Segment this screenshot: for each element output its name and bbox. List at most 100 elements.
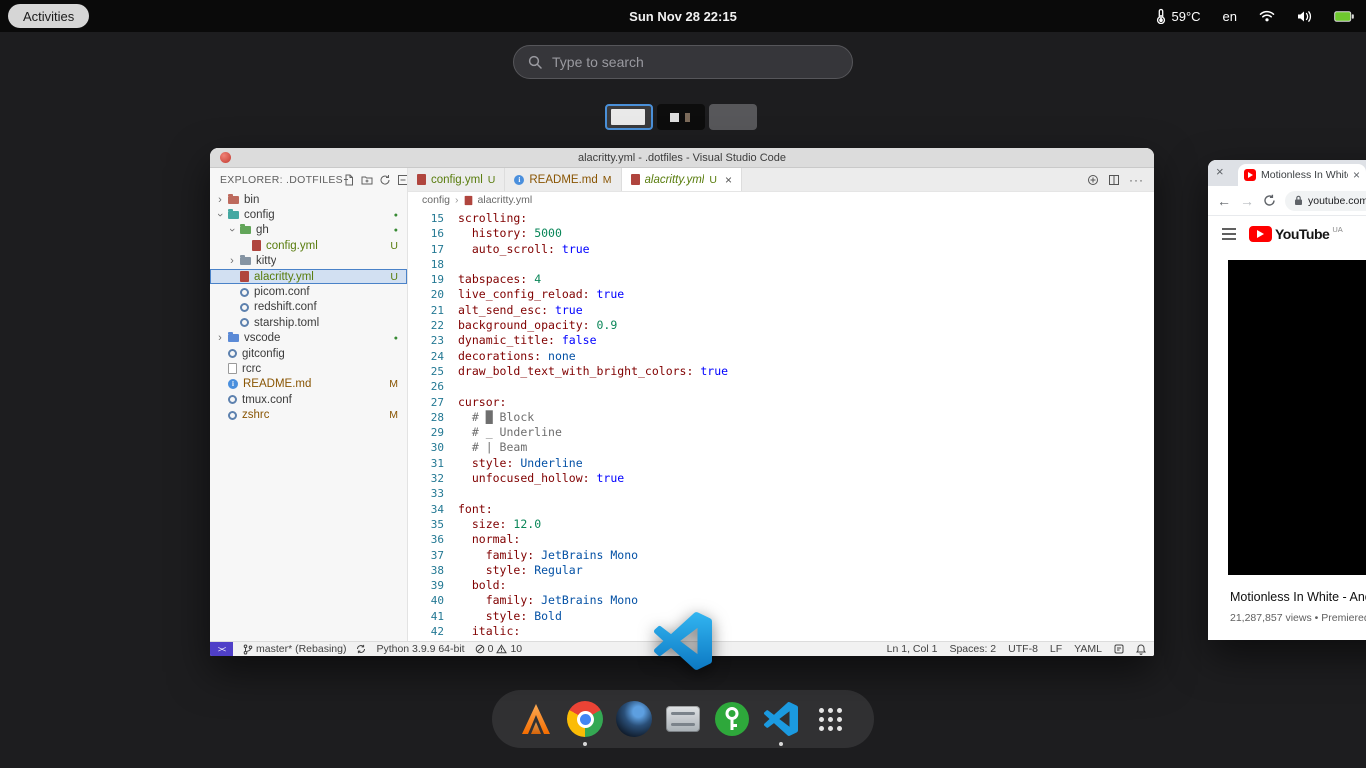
dock-eclipse-icon[interactable] xyxy=(614,699,654,739)
dock-app-grid-icon[interactable] xyxy=(810,699,850,739)
file-label: tmux.conf xyxy=(242,394,292,406)
new-folder-icon[interactable] xyxy=(361,174,373,186)
tree-item-gh[interactable]: ›gh● xyxy=(210,223,407,238)
open-changes-icon[interactable] xyxy=(1087,174,1099,186)
tree-item-rcrc[interactable]: rcrc xyxy=(210,361,407,376)
menu-icon[interactable] xyxy=(1222,228,1236,240)
forward-button[interactable]: → xyxy=(1240,194,1254,208)
tree-item-zshrc[interactable]: zshrcM xyxy=(210,407,407,422)
tab-close-icon[interactable]: × xyxy=(725,173,732,187)
code-line-21: 21alt_send_esc: true xyxy=(408,303,1154,318)
temperature-indicator[interactable]: 59°C xyxy=(1156,8,1200,24)
code-line-27: 27cursor: xyxy=(408,395,1154,410)
line-number: 38 xyxy=(408,563,444,578)
file-label: config.yml xyxy=(266,240,318,252)
tree-item-redshift.conf[interactable]: redshift.conf xyxy=(210,300,407,315)
line-number: 24 xyxy=(408,349,444,364)
overview-search[interactable] xyxy=(513,45,853,79)
tree-item-gitconfig[interactable]: gitconfig xyxy=(210,346,407,361)
editor-tab-README.md[interactable]: iREADME.mdM xyxy=(505,168,621,191)
editor-more-icon[interactable]: ··· xyxy=(1129,173,1144,187)
workspace-thumbnail-3[interactable] xyxy=(709,104,757,130)
workspace-thumbnail-2[interactable] xyxy=(657,104,705,130)
language-mode[interactable]: YAML xyxy=(1074,643,1102,655)
battery-icon[interactable] xyxy=(1334,11,1354,22)
new-file-icon[interactable] xyxy=(343,174,355,186)
breadcrumb-separator-icon: › xyxy=(455,194,459,206)
window-title: alacritty.yml - .dotfiles - Visual Studi… xyxy=(210,152,1154,164)
cursor-position[interactable]: Ln 1, Col 1 xyxy=(887,643,938,655)
window-close-button[interactable] xyxy=(220,152,231,163)
code-editor[interactable]: 15scrolling:16 history: 500017 auto_scro… xyxy=(408,208,1154,641)
search-input[interactable] xyxy=(552,54,838,70)
problems-status[interactable]: 0 10 xyxy=(475,643,523,655)
dock-keepassxc-icon[interactable] xyxy=(712,699,752,739)
vscode-body: EXPLORER: .DOTFILES ··· ›bin›config●›gh●… xyxy=(210,168,1154,641)
line-number: 20 xyxy=(408,287,444,302)
tree-item-tmux.conf[interactable]: tmux.conf xyxy=(210,392,407,407)
vscode-app-icon[interactable] xyxy=(654,612,712,670)
system-tray[interactable]: 59°C en xyxy=(1156,0,1354,32)
tree-item-bin[interactable]: ›bin xyxy=(210,192,407,207)
tree-item-starship.toml[interactable]: starship.toml xyxy=(210,315,407,330)
code-text: auto_scroll: true xyxy=(444,242,590,257)
video-player[interactable] xyxy=(1228,260,1366,575)
encoding[interactable]: UTF-8 xyxy=(1008,643,1038,655)
workspace2-window-preview xyxy=(670,113,679,122)
sync-button[interactable] xyxy=(356,644,366,654)
back-button[interactable]: ← xyxy=(1217,194,1231,208)
line-number: 31 xyxy=(408,456,444,471)
interpreter-label: Python 3.9.9 64-bit xyxy=(376,643,464,655)
tree-item-picom.conf[interactable]: picom.conf xyxy=(210,284,407,299)
dock-vscode-icon[interactable] xyxy=(761,699,801,739)
reload-icon[interactable] xyxy=(1263,194,1276,207)
tree-item-config[interactable]: ›config● xyxy=(210,207,407,222)
vscode-window[interactable]: alacritty.yml - .dotfiles - Visual Studi… xyxy=(210,148,1154,656)
keyboard-layout[interactable]: en xyxy=(1223,9,1237,24)
dock-chrome-icon[interactable] xyxy=(565,699,605,739)
editor-tab-alacritty.yml[interactable]: alacritty.ymlU× xyxy=(622,168,742,191)
youtube-logo[interactable]: YouTube UA xyxy=(1249,226,1343,242)
eol-sequence[interactable]: LF xyxy=(1050,643,1062,655)
indentation[interactable]: Spaces: 2 xyxy=(949,643,996,655)
tree-item-README.md[interactable]: iREADME.mdM xyxy=(210,377,407,392)
wifi-icon[interactable] xyxy=(1259,10,1275,22)
editor-tab-config.yml[interactable]: config.ymlU xyxy=(408,168,505,191)
code-text xyxy=(444,379,458,394)
code-text: style: Regular xyxy=(444,563,583,578)
workspace1-window-preview xyxy=(611,109,644,125)
browser-tab[interactable]: Motionless In White - × xyxy=(1238,164,1366,186)
volume-icon[interactable] xyxy=(1297,10,1312,23)
workspace-thumbnail-1[interactable] xyxy=(605,104,653,130)
chrome-window-close-button[interactable]: × xyxy=(1216,165,1224,178)
dock-alacritty-icon[interactable] xyxy=(516,699,556,739)
dock-files-icon[interactable] xyxy=(663,699,703,739)
python-interpreter[interactable]: Python 3.9.9 64-bit xyxy=(376,643,464,655)
code-text: normal: xyxy=(444,532,520,547)
tree-item-config.yml[interactable]: config.yml U xyxy=(210,238,407,253)
git-status-badge: U xyxy=(390,240,398,252)
breadcrumb-folder[interactable]: config xyxy=(422,194,450,206)
line-number: 41 xyxy=(408,609,444,624)
address-bar[interactable]: youtube.com/wa xyxy=(1285,191,1366,211)
explorer-sidebar: EXPLORER: .DOTFILES ··· ›bin›config●›gh●… xyxy=(210,168,408,641)
code-line-37: 37 family: JetBrains Mono xyxy=(408,548,1154,563)
breadcrumb-file[interactable]: alacritty.yml xyxy=(478,194,533,206)
prettier-icon[interactable] xyxy=(1114,644,1124,654)
split-editor-icon[interactable] xyxy=(1108,174,1120,186)
chrome-window[interactable]: × Motionless In White - × ← → youtube.co… xyxy=(1208,160,1366,640)
refresh-icon[interactable] xyxy=(379,174,391,186)
line-number: 15 xyxy=(408,211,444,226)
tab-close-icon[interactable]: × xyxy=(1353,168,1360,182)
git-branch-status[interactable]: master* (Rebasing) xyxy=(243,643,346,655)
remote-indicator[interactable]: >< xyxy=(210,642,233,656)
line-number: 26 xyxy=(408,379,444,394)
tree-item-kitty[interactable]: ›kitty xyxy=(210,254,407,269)
vscode-titlebar[interactable]: alacritty.yml - .dotfiles - Visual Studi… xyxy=(210,148,1154,168)
notifications-bell-icon[interactable] xyxy=(1136,644,1146,655)
code-text: alt_send_esc: true xyxy=(444,303,583,318)
tree-item-alacritty.yml[interactable]: alacritty.ymlU xyxy=(210,269,407,284)
tree-item-vscode[interactable]: ›vscode● xyxy=(210,331,407,346)
collapse-all-icon[interactable] xyxy=(397,174,408,186)
explorer-actions: ··· xyxy=(343,174,408,186)
